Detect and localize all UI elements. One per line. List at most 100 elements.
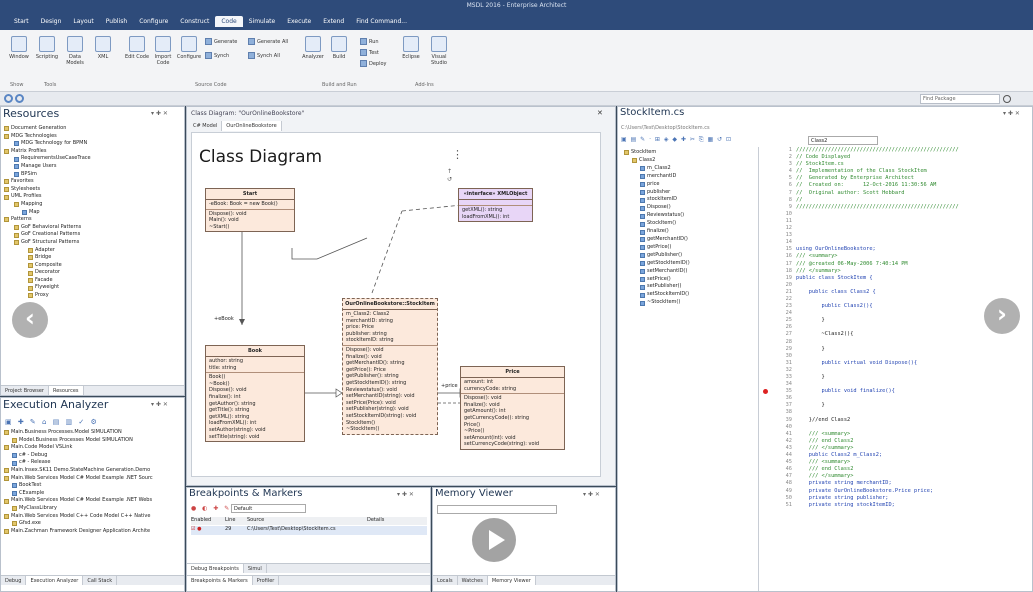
tree-item[interactable]: Facade xyxy=(4,277,91,285)
tree-item[interactable]: finalize() xyxy=(624,228,690,236)
tab-watches[interactable]: Watches xyxy=(458,576,488,585)
tree-item[interactable]: BookTest xyxy=(4,482,153,490)
tree-item[interactable]: StockItem xyxy=(624,149,690,157)
tree-item[interactable]: price xyxy=(624,181,690,189)
tree-item[interactable]: getStockItemID() xyxy=(624,260,690,268)
tree-item[interactable]: StockItem() xyxy=(624,220,690,228)
table-row[interactable]: ☑ ● 29 C:\Users\Test\Desktop\StockItem.c… xyxy=(191,526,427,535)
tree-item[interactable]: RequirementsUseCaseTrace xyxy=(4,155,91,163)
tree-item[interactable]: Class2 xyxy=(624,157,690,165)
find-package-input[interactable]: Find Package xyxy=(920,94,1000,104)
tab-c-model[interactable]: C# Model xyxy=(189,121,223,131)
ribbon-button-eclipse[interactable]: Eclipse xyxy=(398,36,424,60)
tab-project-browser[interactable]: Project Browser xyxy=(1,386,49,395)
tab-execution-analyzer[interactable]: Execution Analyzer xyxy=(26,576,84,585)
tree-item[interactable]: publisher xyxy=(624,189,690,197)
tree-item[interactable]: getMerchantID() xyxy=(624,236,690,244)
tree-item[interactable]: Favorites xyxy=(4,178,91,186)
class-book[interactable]: Book author: string title: string Book() ~Bo… xyxy=(205,345,305,443)
tab-locals[interactable]: Locals xyxy=(433,576,458,585)
tree-item[interactable]: GoF Behavioral Patterns xyxy=(4,224,91,232)
tree-item[interactable]: Main.Web Services Model C# Model Example… xyxy=(4,475,153,483)
tree-item[interactable]: UML Profiles xyxy=(4,193,91,201)
tree-item[interactable]: Bridge xyxy=(4,254,91,262)
menu-design[interactable]: Design xyxy=(35,16,68,27)
tree-item[interactable]: Main.Web Services Model C# Model Example… xyxy=(4,497,153,505)
forward-icon[interactable] xyxy=(15,94,24,103)
analyzer-toolbar[interactable]: ▣ ✚ ✎ ⌂ ▤ ▥ ✓ ⚙ xyxy=(5,418,99,426)
ribbon-button-visual-studio[interactable]: Visual Studio xyxy=(426,36,452,66)
tree-item[interactable]: Proxy xyxy=(4,292,91,300)
tree-item[interactable]: Mapping xyxy=(4,201,91,209)
ribbon-button-edit-code[interactable]: Edit Code xyxy=(124,36,150,60)
panel-controls[interactable]: ▾ ✚ ✕ xyxy=(397,491,414,498)
tree-item[interactable]: c# - Debug xyxy=(4,452,153,460)
tab-profiler[interactable]: Profiler xyxy=(253,576,280,585)
tree-item[interactable]: Main.Code Model VSLink xyxy=(4,444,153,452)
tab-breakpoints-markers[interactable]: Breakpoints & Markers xyxy=(187,576,253,585)
tree-item[interactable]: MDG Technologies xyxy=(4,133,91,141)
tree-item[interactable]: MDG Technology for BPMN xyxy=(4,140,91,148)
tree-item[interactable]: Composite xyxy=(4,262,91,270)
ribbon-button-scripting[interactable]: Scripting xyxy=(34,36,60,60)
splitter[interactable] xyxy=(758,147,759,591)
panel-controls[interactable]: ▾ ✚ ✕ xyxy=(1003,110,1020,117)
diagram-canvas[interactable]: Class Diagram ⋮ ↑ ↺ +eBook +price Start -… xyxy=(191,132,601,477)
tree-item[interactable]: Flyweight xyxy=(4,284,91,292)
ribbon-small-test[interactable]: Test xyxy=(360,49,379,56)
menu-construct[interactable]: Construct xyxy=(174,16,215,27)
class-select[interactable]: Class2 xyxy=(808,136,878,145)
tree-item[interactable]: Dispose() xyxy=(624,204,690,212)
tab-call-stack[interactable]: Call Stack xyxy=(83,576,118,585)
breakpoint-toolbar[interactable]: ● ◐ ✚ ✎ xyxy=(191,505,231,512)
menu-layout[interactable]: Layout xyxy=(67,16,99,27)
tree-item[interactable]: setPublisher() xyxy=(624,283,690,291)
tree-item[interactable]: setStockItemID() xyxy=(624,291,690,299)
tree-item[interactable]: Document Generation xyxy=(4,125,91,133)
tree-item[interactable]: Stylesheets xyxy=(4,186,91,194)
ribbon-small-synch-all[interactable]: Synch All xyxy=(248,52,280,59)
ribbon-button-data-models[interactable]: Data Models xyxy=(62,36,88,66)
tree-item[interactable]: getPublisher() xyxy=(624,252,690,260)
previous-arrow-icon[interactable]: ‹ xyxy=(12,302,48,338)
tree-item[interactable]: Reviewstatus() xyxy=(624,212,690,220)
tree-item[interactable]: Main.Web Services Model C++ Code Model C… xyxy=(4,513,153,521)
tree-item[interactable]: Map xyxy=(4,209,91,217)
ribbon-small-synch[interactable]: Synch xyxy=(205,52,229,59)
tree-item[interactable]: Matrix Profiles xyxy=(4,148,91,156)
address-input[interactable] xyxy=(437,505,557,514)
tree-item[interactable]: Model.Business Processes Model SIMULATIO… xyxy=(4,437,153,445)
tree-item[interactable]: Manage Users xyxy=(4,163,91,171)
menu-start[interactable]: Start xyxy=(8,16,35,27)
back-icon[interactable] xyxy=(4,94,13,103)
tree-item[interactable]: stockItemID xyxy=(624,196,690,204)
search-icon[interactable] xyxy=(1003,95,1011,103)
tree-item[interactable]: c# - Release xyxy=(4,459,153,467)
class--interface-xmlobject[interactable]: «interface» XMLObject getXML(): string loa… xyxy=(458,188,533,223)
close-icon[interactable]: ✕ xyxy=(597,109,603,117)
tree-item[interactable]: GoF Structural Patterns xyxy=(4,239,91,247)
tab-memory-viewer[interactable]: Memory Viewer xyxy=(487,576,536,585)
ribbon-button-import-code[interactable]: Import Code xyxy=(150,36,176,66)
tree-item[interactable]: Main.Insex.SK11 Demo.StateMachine Genera… xyxy=(4,467,153,475)
ribbon-button-analyzer[interactable]: Analyzer xyxy=(300,36,326,60)
next-arrow-icon[interactable]: › xyxy=(984,298,1020,334)
tree-item[interactable]: Adapter xyxy=(4,247,91,255)
class-ouronlinebookstore-stockitem[interactable]: OurOnlineBookstore::StockItem m_Class2: C… xyxy=(342,298,438,435)
tree-item[interactable]: MyClassLibrary xyxy=(4,505,153,513)
menu-find-command-[interactable]: Find Command... xyxy=(350,16,413,27)
tab-debug[interactable]: Debug xyxy=(1,576,27,585)
tree-item[interactable]: Patterns xyxy=(4,216,91,224)
tab-simul[interactable]: Simul xyxy=(244,564,267,573)
ribbon-button-configure[interactable]: Configure xyxy=(176,36,202,60)
breakpoint-marker-icon[interactable] xyxy=(763,389,768,394)
tree-item[interactable]: BPSim xyxy=(4,171,91,179)
class-start[interactable]: Start -eBook: Book = new Book() Dispose():… xyxy=(205,188,295,233)
tree-item[interactable]: setPrice() xyxy=(624,276,690,284)
tab-ouronlinebookstore[interactable]: OurOnlineBookstore xyxy=(222,121,282,131)
ribbon-small-generate[interactable]: Generate xyxy=(205,38,237,45)
tab-debug-breakpoints[interactable]: Debug Breakpoints xyxy=(187,564,244,573)
menu-execute[interactable]: Execute xyxy=(281,16,317,27)
panel-controls[interactable]: ▾ ✚ ✕ xyxy=(151,110,168,117)
ribbon-small-generate-all[interactable]: Generate All xyxy=(248,38,288,45)
